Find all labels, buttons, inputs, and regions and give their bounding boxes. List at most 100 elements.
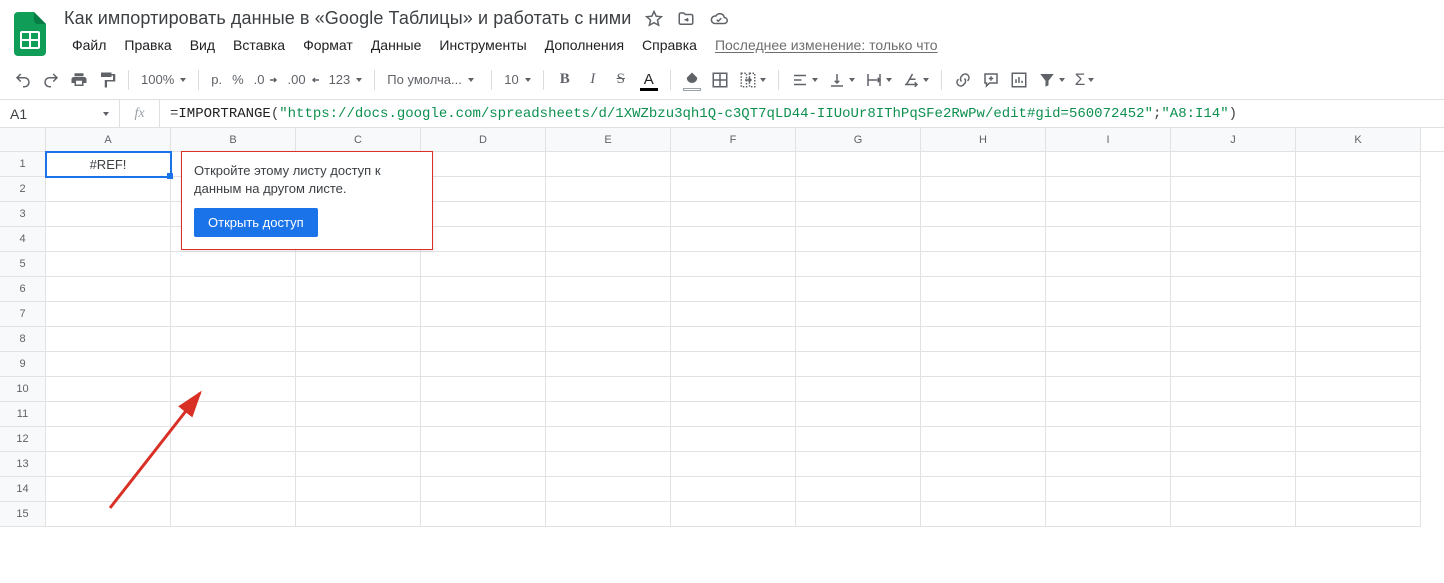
document-title[interactable]: Как импортировать данные в «Google Табли…: [64, 8, 631, 29]
row-header[interactable]: 12: [0, 427, 46, 452]
cell[interactable]: [296, 452, 421, 477]
cell[interactable]: [1046, 277, 1171, 302]
cell[interactable]: [1296, 502, 1421, 527]
cell[interactable]: [796, 177, 921, 202]
cell[interactable]: [1171, 377, 1296, 402]
cell[interactable]: [421, 152, 546, 177]
row-header[interactable]: 5: [0, 252, 46, 277]
undo-icon[interactable]: [10, 67, 36, 93]
cell[interactable]: [546, 152, 671, 177]
paint-format-icon[interactable]: [94, 67, 120, 93]
cell[interactable]: [296, 302, 421, 327]
cell[interactable]: [796, 227, 921, 252]
italic-icon[interactable]: I: [580, 67, 606, 93]
menu-tools[interactable]: Инструменты: [431, 33, 534, 57]
cell[interactable]: [421, 227, 546, 252]
select-all-corner[interactable]: [0, 128, 46, 151]
row-header[interactable]: 9: [0, 352, 46, 377]
cell[interactable]: [1296, 227, 1421, 252]
cell[interactable]: [171, 327, 296, 352]
cell[interactable]: [1046, 177, 1171, 202]
cell[interactable]: [671, 252, 796, 277]
col-header[interactable]: D: [421, 128, 546, 151]
cell[interactable]: [1296, 177, 1421, 202]
cell[interactable]: [421, 427, 546, 452]
cell[interactable]: [1046, 352, 1171, 377]
formula-input[interactable]: =IMPORTRANGE("https://docs.google.com/sp…: [160, 100, 1444, 127]
cell[interactable]: [1046, 477, 1171, 502]
strikethrough-icon[interactable]: S: [608, 67, 634, 93]
cell[interactable]: [796, 152, 921, 177]
cell[interactable]: [1046, 152, 1171, 177]
cell[interactable]: [171, 302, 296, 327]
cell[interactable]: [1296, 202, 1421, 227]
font-size-select[interactable]: 10: [500, 72, 534, 87]
move-folder-icon[interactable]: [677, 10, 695, 28]
menu-file[interactable]: Файл: [64, 33, 114, 57]
cell[interactable]: [1046, 327, 1171, 352]
cell[interactable]: [671, 377, 796, 402]
cell[interactable]: [46, 452, 171, 477]
cell[interactable]: [296, 502, 421, 527]
currency-button[interactable]: р.: [207, 72, 226, 87]
cell[interactable]: [796, 377, 921, 402]
cell[interactable]: [1046, 502, 1171, 527]
cell[interactable]: [1171, 452, 1296, 477]
cell[interactable]: [421, 302, 546, 327]
merge-cells-icon[interactable]: [735, 67, 770, 93]
cell[interactable]: [546, 252, 671, 277]
cell[interactable]: [546, 202, 671, 227]
cell[interactable]: [1296, 402, 1421, 427]
cell[interactable]: [1171, 152, 1296, 177]
cell[interactable]: [921, 277, 1046, 302]
cell[interactable]: [1296, 152, 1421, 177]
cell[interactable]: [546, 352, 671, 377]
cell[interactable]: [671, 177, 796, 202]
col-header[interactable]: I: [1046, 128, 1171, 151]
cell[interactable]: [1171, 327, 1296, 352]
cell[interactable]: [171, 377, 296, 402]
increase-decimal-button[interactable]: .00: [284, 72, 323, 87]
cell[interactable]: [921, 152, 1046, 177]
cell[interactable]: [296, 252, 421, 277]
col-header[interactable]: C: [296, 128, 421, 151]
spreadsheet-grid[interactable]: A B C D E F G H I J K 1#REF!234567891011…: [0, 128, 1444, 527]
filter-icon[interactable]: [1034, 67, 1069, 93]
cell[interactable]: [421, 502, 546, 527]
cell[interactable]: [171, 427, 296, 452]
cell[interactable]: [546, 377, 671, 402]
cell[interactable]: [796, 202, 921, 227]
cell[interactable]: [796, 277, 921, 302]
cell[interactable]: [421, 327, 546, 352]
percent-button[interactable]: %: [228, 72, 248, 87]
row-header[interactable]: 15: [0, 502, 46, 527]
cell[interactable]: [46, 177, 171, 202]
row-header[interactable]: 4: [0, 227, 46, 252]
number-format-select[interactable]: 123: [325, 72, 367, 87]
cell[interactable]: [1171, 202, 1296, 227]
cell[interactable]: [171, 402, 296, 427]
cell[interactable]: [296, 477, 421, 502]
zoom-select[interactable]: 100%: [137, 72, 190, 87]
col-header[interactable]: K: [1296, 128, 1421, 151]
cell[interactable]: [921, 177, 1046, 202]
horizontal-align-icon[interactable]: [787, 67, 822, 93]
cell[interactable]: [546, 302, 671, 327]
cell[interactable]: [1171, 352, 1296, 377]
cell[interactable]: [171, 352, 296, 377]
cell[interactable]: [1296, 477, 1421, 502]
cell[interactable]: [171, 502, 296, 527]
cell[interactable]: [46, 302, 171, 327]
cell[interactable]: [921, 427, 1046, 452]
cell[interactable]: [546, 427, 671, 452]
cell[interactable]: [546, 402, 671, 427]
cell[interactable]: [796, 252, 921, 277]
cell[interactable]: [46, 427, 171, 452]
cell[interactable]: [671, 477, 796, 502]
star-icon[interactable]: [645, 10, 663, 28]
sheets-logo[interactable]: [10, 8, 50, 60]
cell[interactable]: [46, 327, 171, 352]
cell[interactable]: [921, 477, 1046, 502]
insert-link-icon[interactable]: [950, 67, 976, 93]
text-rotation-icon[interactable]: [898, 67, 933, 93]
